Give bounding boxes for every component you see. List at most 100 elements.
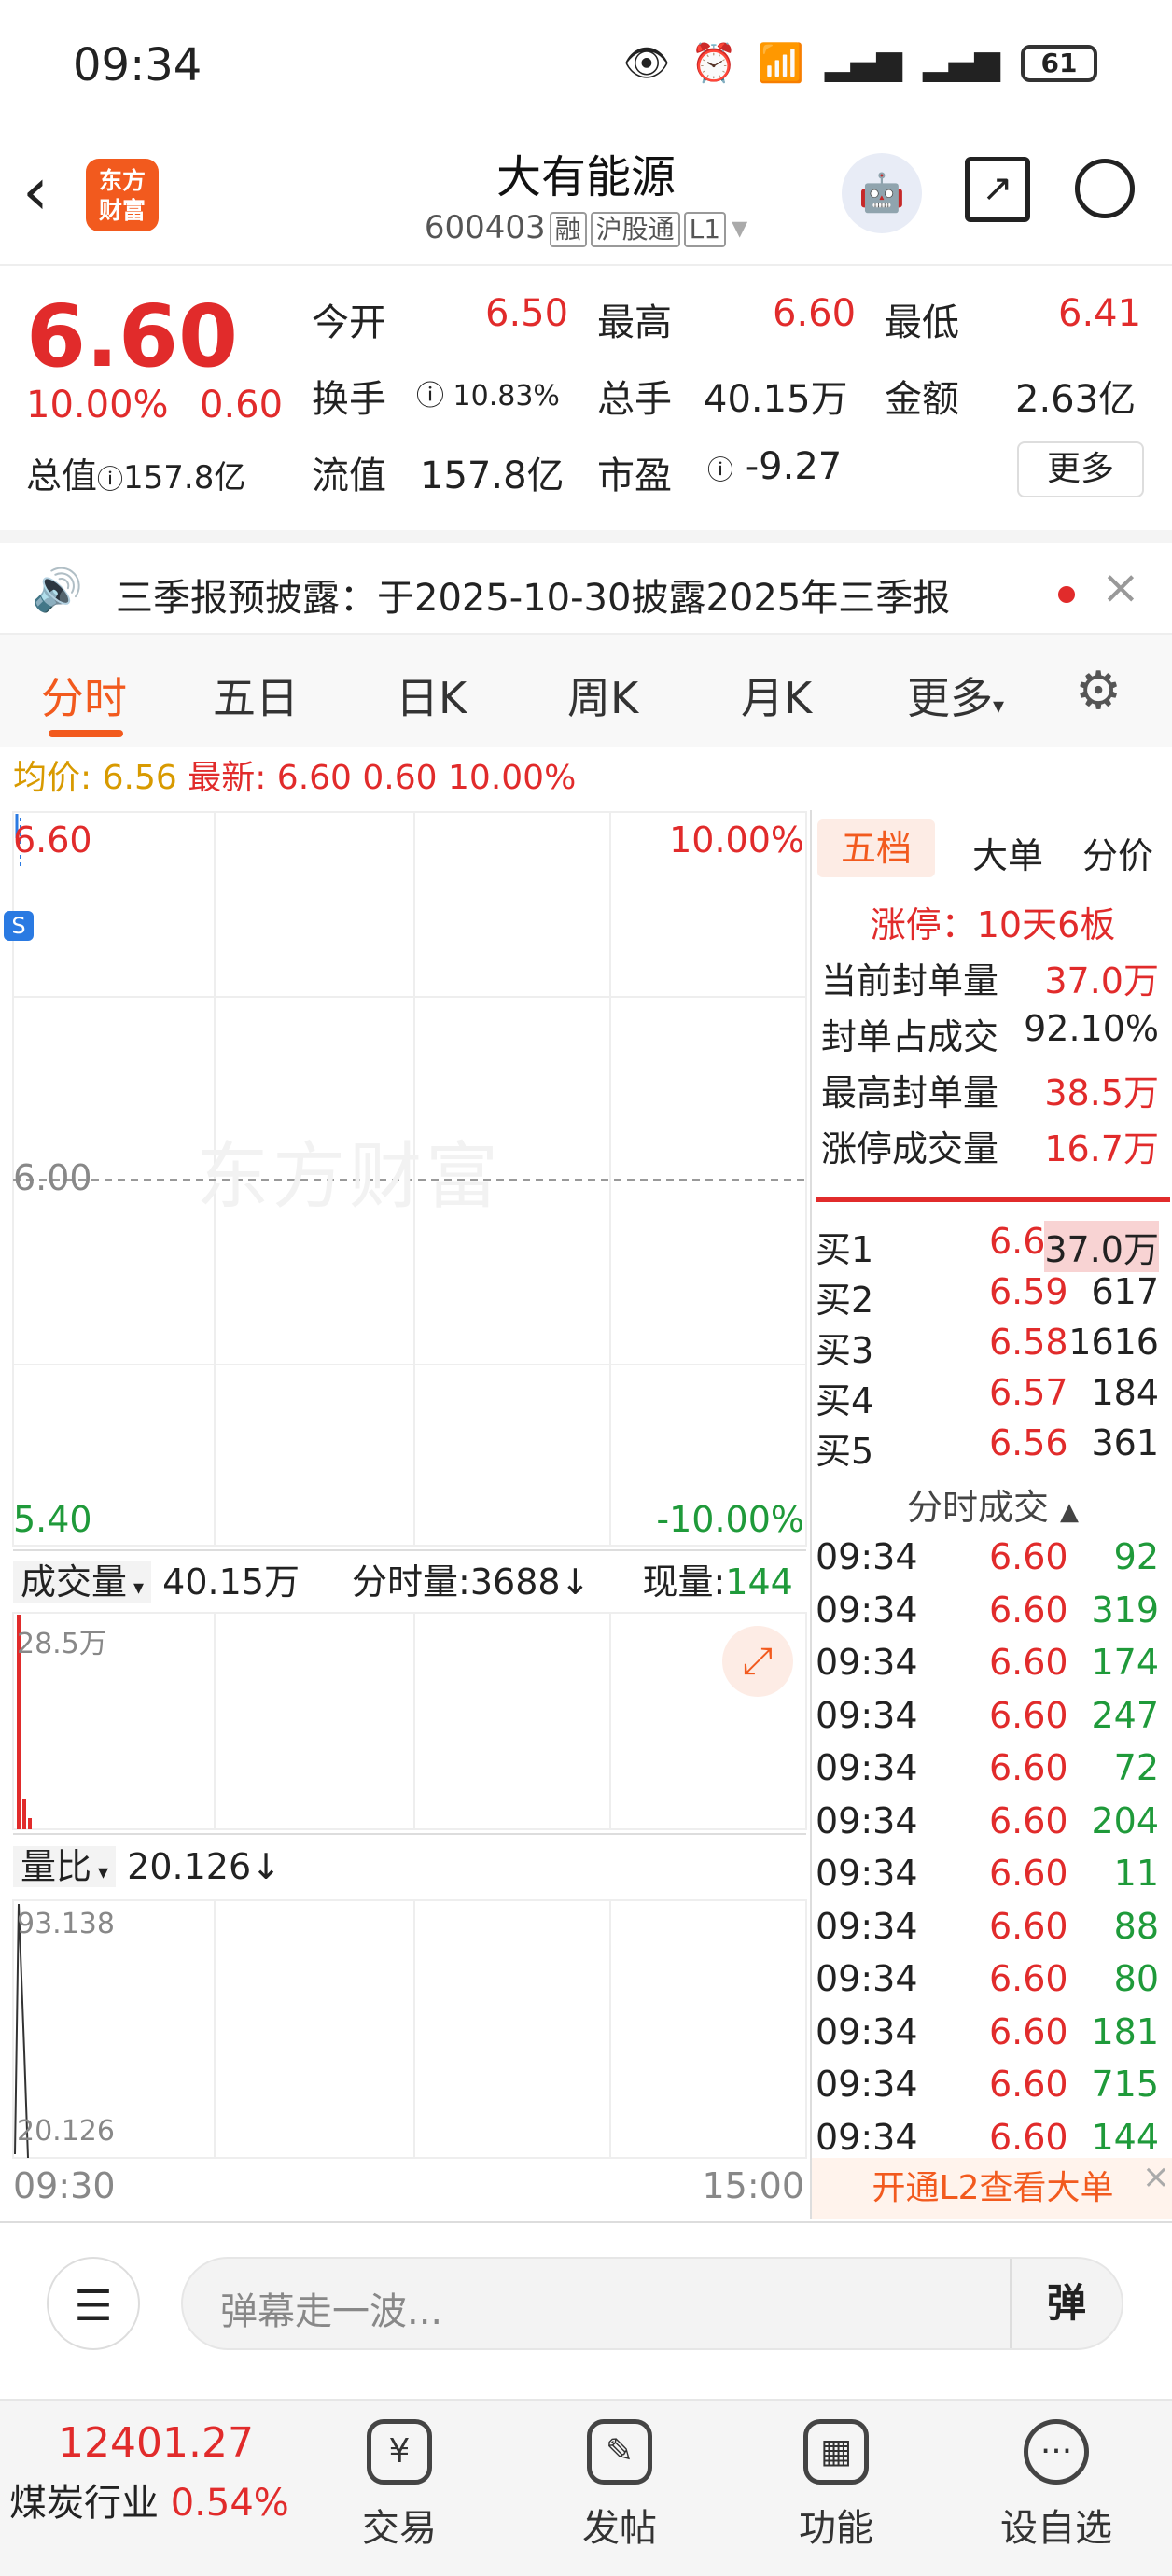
tag-level: L1 bbox=[683, 212, 727, 247]
tick-price: 6.60 bbox=[989, 1905, 1068, 1947]
sector-pct: 0.54% bbox=[170, 2482, 289, 2525]
tick-time: 09:34 bbox=[816, 2010, 918, 2052]
y-bot-price: 5.40 bbox=[13, 1499, 92, 1540]
volume-selector[interactable]: 成交量 ▾ bbox=[13, 1561, 152, 1603]
bid-level: 买3 bbox=[816, 1330, 874, 1371]
tick-time: 09:34 bbox=[816, 1642, 918, 1683]
avg-price-line: 均价: 6.56 最新: 6.60 0.60 10.00% bbox=[0, 747, 808, 810]
info-icon-3[interactable]: ⓘ bbox=[707, 455, 733, 485]
stat-value: 38.5万 bbox=[1044, 1072, 1159, 1113]
tabbar-watchlist[interactable]: ··· 设自选 bbox=[982, 2419, 1131, 2552]
tick-volume: 204 bbox=[1091, 1799, 1159, 1841]
danmaku-placeholder: 弹幕走一波... bbox=[220, 2290, 443, 2333]
avg-label: 均价: bbox=[13, 759, 92, 797]
amount-value: 2.63亿 bbox=[1015, 378, 1137, 421]
bid-price: 6.59 bbox=[989, 1271, 1068, 1312]
expand-icon[interactable]: ⤢ bbox=[722, 1626, 793, 1697]
bid-volume: 617 bbox=[1091, 1271, 1159, 1312]
turnover-text: 10.83% bbox=[453, 380, 560, 413]
tabbar-function-label: 功能 bbox=[799, 2507, 873, 2550]
tab-more[interactable]: 更多▾ bbox=[907, 665, 1004, 726]
danmaku-input[interactable]: 弹幕走一波... 弹 bbox=[181, 2257, 1123, 2350]
bottom-tabbar: 12401.27 煤炭行业 0.54% ¥ 交易 ✎ 发帖 ▦ 功能 ··· 设自选 bbox=[0, 2399, 1172, 2576]
stat-label: 当前封单量 bbox=[821, 960, 999, 1001]
low-value: 6.41 bbox=[1058, 292, 1142, 335]
high-label: 最高 bbox=[597, 301, 672, 344]
tab-five-level[interactable]: 五档 bbox=[817, 819, 935, 877]
tab-big-order[interactable]: 大单 bbox=[952, 827, 1064, 878]
notice-text: 三季报预披露：于2025-10-30披露2025年三季报 bbox=[116, 577, 951, 620]
dropdown-icon[interactable]: ▾ bbox=[732, 209, 747, 246]
stat-value: 92.10% bbox=[1024, 1008, 1159, 1049]
tab-5day[interactable]: 五日 bbox=[213, 665, 299, 726]
comment-bar: ☰ 弹幕走一波... 弹 bbox=[0, 2221, 1172, 2399]
tab-daily-k[interactable]: 日K bbox=[396, 665, 467, 726]
clock: 09:34 bbox=[73, 39, 202, 91]
tick-time: 09:34 bbox=[816, 1853, 918, 1894]
bid-level: 买4 bbox=[816, 1380, 874, 1421]
tick-volume: 319 bbox=[1091, 1589, 1159, 1631]
tabbar-trade-label: 交易 bbox=[362, 2507, 437, 2550]
volume-total: 40.15万 bbox=[162, 1561, 300, 1603]
grid-icon: ▦ bbox=[803, 2419, 869, 2485]
bid-level: 买1 bbox=[816, 1229, 874, 1270]
sector-index-value: 12401.27 bbox=[58, 2419, 254, 2467]
volume-header: 成交量 ▾ 40.15万 分时量:3688↓ 现量:144 bbox=[13, 1549, 806, 1611]
tabbar-function[interactable]: ▦ 功能 bbox=[761, 2419, 911, 2552]
tabbar-trade[interactable]: ¥ 交易 bbox=[325, 2419, 474, 2552]
tick-time: 09:34 bbox=[816, 1694, 918, 1736]
tick-price: 6.60 bbox=[989, 1536, 1068, 1577]
turnover-value: ⓘ 10.83% bbox=[416, 372, 560, 413]
share-icon[interactable]: ↗ bbox=[965, 157, 1030, 222]
info-icon[interactable]: ⓘ bbox=[97, 464, 123, 495]
stat-value: 37.0万 bbox=[1044, 960, 1159, 1001]
status-bar: 09:34 👁 ⏰ 📶 ▂▄▆ ▂▄▆ 61 bbox=[0, 0, 1172, 131]
tick-price: 6.60 bbox=[989, 2116, 1068, 2158]
period-tabs: 分时 五日 日K 周K 月K 更多▾ ⚙ bbox=[0, 635, 1172, 747]
comment-list-icon[interactable]: ☰ bbox=[47, 2257, 140, 2350]
tab-monthly-k[interactable]: 月K bbox=[741, 665, 812, 726]
edit-icon: ✎ bbox=[587, 2419, 652, 2485]
robot-avatar-icon[interactable]: 🤖 bbox=[842, 153, 922, 233]
ratio-selector[interactable]: 量比 ▾ bbox=[13, 1846, 117, 1887]
danmaku-toggle-button[interactable]: 弹 bbox=[1010, 2259, 1122, 2348]
tab-weekly-k[interactable]: 周K bbox=[567, 665, 638, 726]
close-icon[interactable]: × bbox=[1101, 560, 1140, 614]
bid-volume: 361 bbox=[1091, 1422, 1159, 1463]
tick-time: 09:34 bbox=[816, 1799, 918, 1841]
stock-code: 600403 bbox=[424, 209, 546, 246]
search-icon[interactable] bbox=[1075, 159, 1135, 218]
sector-index[interactable]: 12401.27 煤炭行业 0.54% bbox=[9, 2419, 308, 2527]
divider bbox=[816, 1197, 1170, 1202]
float-label: 流值 bbox=[312, 455, 386, 497]
tag-margin: 融 bbox=[549, 212, 587, 247]
volume-now: 144 bbox=[725, 1561, 793, 1603]
eye-icon: 👁 bbox=[622, 42, 671, 85]
stat-label: 最高封单量 bbox=[821, 1072, 999, 1113]
volume-max: 28.5万 bbox=[17, 1628, 107, 1660]
pe-text: -9.27 bbox=[745, 445, 843, 488]
intraday-chart[interactable]: 东方财富 6.60 10.00% S 6.00 5.40 -10.00% 成交量… bbox=[0, 810, 808, 2219]
more-button[interactable]: 更多 bbox=[1017, 441, 1144, 497]
tick-price: 6.60 bbox=[989, 1694, 1068, 1736]
volume-label: 总手 bbox=[597, 378, 672, 421]
ticks-header[interactable]: 分时成交 ▲ bbox=[812, 1478, 1172, 1530]
bid-level: 买2 bbox=[816, 1280, 874, 1321]
tab-price-dist[interactable]: 分价 bbox=[1062, 827, 1172, 878]
tick-volume: 247 bbox=[1091, 1694, 1159, 1736]
s-badge[interactable]: S bbox=[4, 911, 34, 941]
float-value: 157.8亿 bbox=[420, 455, 565, 497]
gear-icon[interactable]: ⚙ bbox=[1075, 661, 1122, 721]
open-value: 6.50 bbox=[485, 292, 569, 335]
signal-icon-2: ▂▄▆ bbox=[922, 44, 1000, 82]
signal-icon: ▂▄▆ bbox=[824, 44, 902, 82]
bid-volume: 184 bbox=[1091, 1372, 1159, 1413]
tick-price: 6.60 bbox=[989, 1799, 1068, 1841]
info-icon-2[interactable]: ⓘ bbox=[416, 380, 444, 413]
notice-bar[interactable]: 🔊 三季报预披露：于2025-10-30披露2025年三季报 × bbox=[0, 530, 1172, 635]
tab-intraday[interactable]: 分时 bbox=[41, 665, 127, 726]
mcap-label-text: 总值 bbox=[26, 455, 98, 497]
ratio-value: 20.126↓ bbox=[127, 1846, 281, 1887]
tabbar-post[interactable]: ✎ 发帖 bbox=[545, 2419, 694, 2552]
l2-banner[interactable]: 开通L2查看大单 × bbox=[812, 2158, 1172, 2219]
